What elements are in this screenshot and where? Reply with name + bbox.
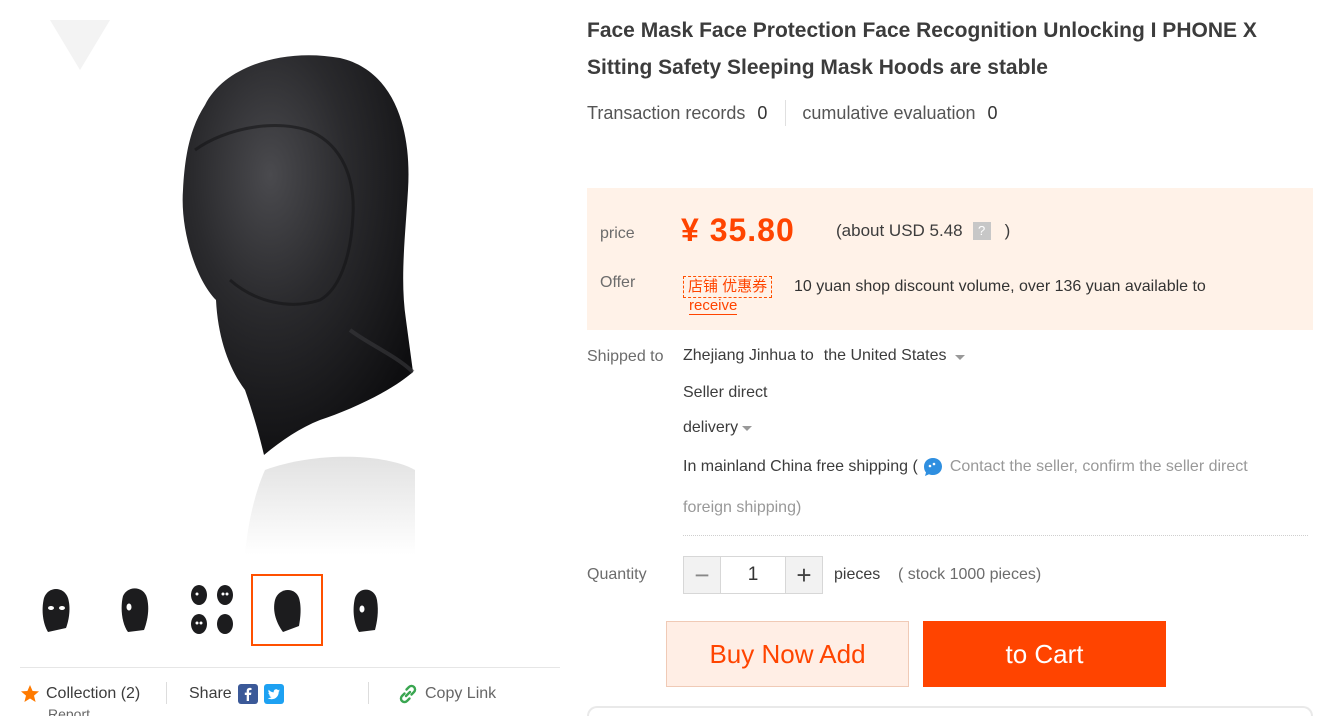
- evaluation-label: cumulative evaluation: [802, 102, 976, 123]
- quantity-increase-button[interactable]: +: [786, 557, 822, 593]
- shipping-method: Seller direct: [683, 384, 768, 401]
- left-divider: [20, 667, 560, 668]
- free-shipping-text: In mainland China free shipping (: [683, 458, 918, 475]
- shipping-divider: [683, 535, 1308, 536]
- contact-seller-link[interactable]: Contact the seller, confirm the seller d…: [950, 458, 1248, 476]
- product-stats: Transaction records 0 cumulative evaluat…: [587, 98, 998, 128]
- transaction-count: 0: [757, 102, 768, 123]
- thumbnail-4-selected[interactable]: [251, 574, 323, 646]
- action-separator: [368, 682, 369, 704]
- quantity-input[interactable]: 1: [720, 557, 786, 593]
- shipping-route: Zhejiang Jinhua to the United States: [683, 347, 965, 365]
- usd-price: (about USD 5.48 ? ): [836, 221, 1010, 241]
- thumbnail-3[interactable]: [176, 574, 248, 646]
- chevron-down-icon: [954, 355, 965, 360]
- price-label: price: [600, 225, 635, 242]
- twitter-icon[interactable]: [263, 684, 284, 704]
- thumbnail-5[interactable]: [329, 574, 401, 646]
- stats-divider: [785, 100, 787, 126]
- star-icon: [21, 685, 39, 702]
- collection-button[interactable]: Collection (2): [20, 680, 140, 708]
- thumbnail-1[interactable]: [20, 574, 92, 646]
- product-title: Face Mask Face Protection Face Recogniti…: [587, 19, 1257, 79]
- quantity-unit: pieces: [834, 566, 881, 583]
- offer-text: 10 yuan shop discount volume, over 136 y…: [794, 278, 1206, 295]
- share-label: Share: [189, 685, 232, 702]
- usd-price-text: (about USD 5.48: [836, 221, 963, 240]
- facebook-icon[interactable]: [237, 684, 258, 704]
- add-to-cart-button[interactable]: to Cart: [923, 621, 1166, 687]
- receive-coupon-link[interactable]: receive: [689, 297, 738, 315]
- bottom-panel: [587, 706, 1313, 716]
- quantity-decrease-button[interactable]: −: [684, 557, 720, 593]
- destination-value: the United States: [823, 347, 947, 364]
- stock-text: ( stock 1000 pieces): [898, 566, 1042, 583]
- price-value: ¥ 35.80: [681, 212, 795, 248]
- delivery-value: delivery: [683, 419, 739, 436]
- report-link[interactable]: Report: [48, 706, 90, 716]
- free-shipping-line: In mainland China free shipping ( Contac…: [683, 456, 1248, 478]
- shipping-origin: Zhejiang Jinhua to: [683, 347, 814, 364]
- quantity-label: Quantity: [587, 566, 647, 583]
- copy-link-label: Copy Link: [425, 685, 497, 702]
- transaction-label: Transaction records: [587, 102, 746, 123]
- offer-label: Offer: [600, 274, 636, 291]
- evaluation-count: 0: [987, 102, 998, 123]
- price-panel: price ¥ 35.80 (about USD 5.48 ? ) Offer …: [587, 188, 1313, 330]
- thumbnail-strip: [20, 572, 560, 648]
- chat-bubble-icon[interactable]: [922, 456, 944, 478]
- share-group: Share: [189, 680, 284, 708]
- delivery-dropdown[interactable]: delivery: [683, 419, 753, 437]
- link-icon: [399, 684, 417, 704]
- usd-price-close: ): [1004, 221, 1011, 240]
- copy-link-button[interactable]: Copy Link: [397, 680, 496, 708]
- foreign-shipping-text: foreign shipping): [683, 499, 802, 516]
- main-product-image[interactable]: [20, 0, 560, 560]
- quantity-stepper: − 1 +: [683, 556, 823, 594]
- buy-now-button[interactable]: Buy Now Add: [666, 621, 909, 687]
- chevron-down-icon: [742, 425, 753, 431]
- action-separator: [166, 682, 167, 704]
- action-bar: Collection (2) Share Copy Link: [20, 680, 560, 708]
- thumbnail-2[interactable]: [98, 574, 170, 646]
- destination-dropdown[interactable]: the United States: [824, 347, 965, 365]
- shop-coupon-badge[interactable]: 店铺 优惠券: [683, 276, 773, 298]
- help-icon[interactable]: ?: [972, 222, 991, 240]
- collection-label: Collection (2): [46, 685, 141, 702]
- shipping-label: Shipped to: [587, 348, 664, 365]
